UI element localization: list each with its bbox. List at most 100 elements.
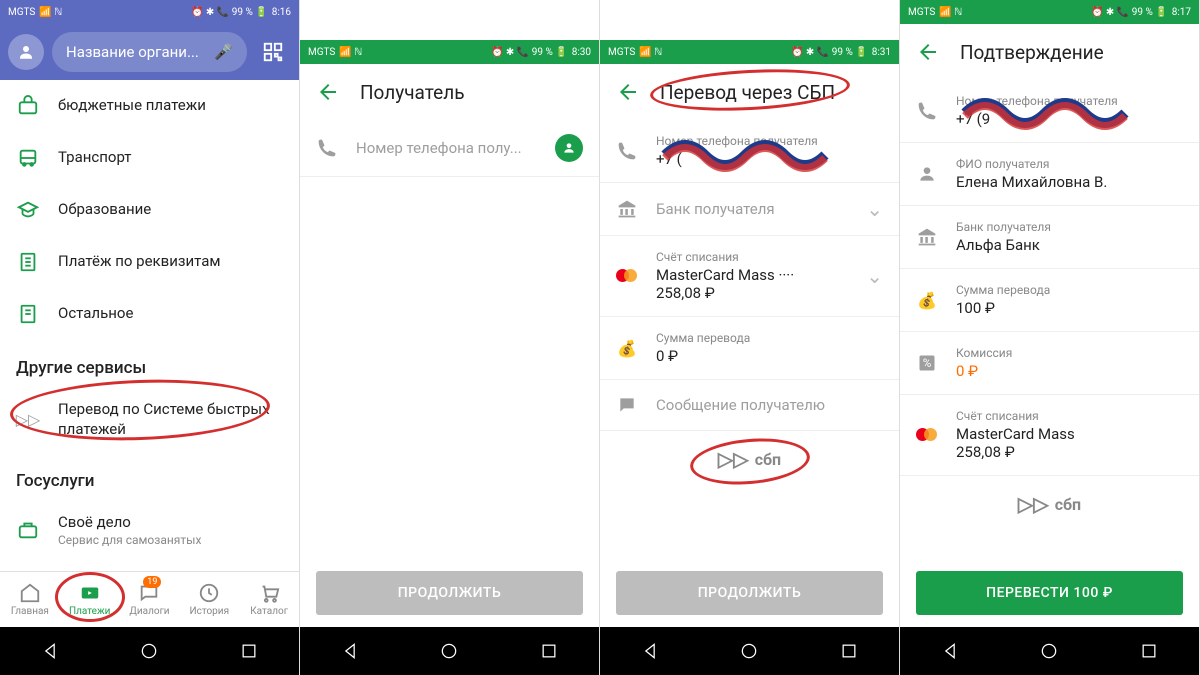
transfer-button[interactable]: ПЕРЕВЕСТИ 100 ₽	[916, 571, 1183, 615]
svg-text:%: %	[923, 356, 932, 370]
carrier-label: MGTS	[8, 7, 35, 18]
menu-item-sbp-transfer[interactable]: ▷▷ Перевод по Системе быстрых платежей	[0, 386, 299, 453]
menu-item-transport[interactable]: Транспорт	[0, 132, 299, 184]
page-title: Получатель	[360, 81, 465, 104]
back-button[interactable]	[916, 40, 940, 64]
sys-home[interactable]	[1039, 641, 1059, 661]
status-bar: MGTS📶 ℕ ⏰ ✱ 📞 99 % 🔋8:31	[600, 40, 899, 64]
menu-item-education[interactable]: Образование	[0, 184, 299, 236]
bank-icon	[616, 198, 638, 220]
page-title: Подтверждение	[960, 41, 1104, 64]
budget-icon	[16, 94, 40, 118]
sys-back[interactable]	[40, 641, 60, 661]
mastercard-icon	[616, 265, 638, 287]
sys-back[interactable]	[940, 641, 960, 661]
money-bag-icon: 💰	[616, 337, 638, 359]
sbp-mark-icon: ▷▷	[1018, 492, 1049, 516]
menu-item-own-business[interactable]: Своё дело Сервис для самозанятых	[0, 499, 299, 561]
continue-button[interactable]: ПРОДОЛЖИТЬ	[316, 571, 583, 615]
status-bar: MGTS📶 ℕ ⏰ ✱ 📞 99 % 🔋8:17	[900, 0, 1199, 24]
message-row[interactable]: Сообщение получателю	[600, 380, 899, 431]
sys-recent[interactable]	[239, 641, 259, 661]
app-header: Перевод через СБП	[600, 64, 899, 120]
search-input[interactable]: Название органи... 🎤	[52, 32, 247, 72]
education-icon	[16, 198, 40, 222]
sbp-logo: ▷▷ сбп	[900, 476, 1199, 532]
mic-icon[interactable]: 🎤	[214, 43, 233, 61]
back-button[interactable]	[616, 80, 640, 104]
bank-row: Банк получателя Альфа Банк	[900, 206, 1199, 269]
screen-sbp-transfer: MGTS📶 ℕ ⏰ ✱ 📞 99 % 🔋8:31 Перевод через С…	[600, 0, 900, 675]
menu-item-other[interactable]: Остальное	[0, 288, 299, 340]
nav-home[interactable]: Главная	[0, 572, 60, 627]
account-row[interactable]: Счёт списания MasterCard Mass ···· 258,0…	[600, 236, 899, 317]
chevron-down-icon: ⌄	[866, 264, 883, 288]
system-nav	[900, 627, 1199, 675]
menu-item-requisites[interactable]: Платёж по реквизитам	[0, 236, 299, 288]
bank-row[interactable]: Банк получателя ⌄	[600, 183, 899, 236]
section-gov-title: Госуслуги	[0, 453, 299, 499]
sbp-logo: ▷▷ сбп	[600, 431, 899, 487]
sys-back[interactable]	[640, 641, 660, 661]
sbp-mark-icon: ▷▷	[718, 447, 749, 471]
amount-row[interactable]: 💰 Сумма перевода 0 ₽	[600, 317, 899, 380]
sys-recent[interactable]	[539, 641, 559, 661]
status-bar: MGTS📶 ℕ ⏰ ✱ 📞 99 % 🔋8:30	[300, 40, 599, 64]
phone-row: Номер телефона получателя +7 (9	[900, 80, 1199, 143]
phone-input-row[interactable]: Номер телефона полу...	[300, 120, 599, 177]
sys-home[interactable]	[439, 641, 459, 661]
profile-avatar[interactable]	[8, 34, 44, 70]
bank-icon	[916, 226, 938, 248]
sys-recent[interactable]	[839, 641, 859, 661]
briefcase-icon	[16, 518, 40, 542]
phone-icon	[316, 137, 338, 159]
account-row: Счёт списания MasterCard Mass 258,08 ₽	[900, 395, 1199, 476]
nav-dialogs[interactable]: Диалоги19	[120, 572, 180, 627]
signal-icon: 📶 ℕ	[39, 7, 62, 18]
amount-row: 💰 Сумма перевода 100 ₽	[900, 269, 1199, 332]
status-bar: MGTS 📶 ℕ ⏰ ✱ 📞 99 % 🔋 8:16	[0, 0, 299, 24]
app-header: Подтверждение	[900, 24, 1199, 80]
document-icon	[16, 250, 40, 274]
qr-scan-button[interactable]	[255, 34, 291, 70]
annotation-circle	[688, 434, 811, 489]
bottom-nav: Главная Платежи Диалоги19 История Катало…	[0, 571, 299, 627]
search-placeholder: Название органи...	[66, 43, 199, 61]
app-header: Получатель	[300, 64, 599, 120]
sys-back[interactable]	[340, 641, 360, 661]
person-icon	[916, 163, 938, 185]
phone-icon	[616, 140, 638, 162]
phone-icon	[916, 100, 938, 122]
menu-item-budget[interactable]: бюджетные платежи	[0, 80, 299, 132]
back-button[interactable]	[316, 80, 340, 104]
signal-icon: 📶 ℕ	[339, 47, 362, 58]
message-icon	[616, 394, 638, 416]
status-time: 8:16	[272, 7, 291, 18]
percent-icon: %	[916, 352, 938, 374]
status-indicators: ⏰ ✱ 📞 99 % 🔋	[191, 7, 268, 18]
nav-history[interactable]: История	[179, 572, 239, 627]
phone-row[interactable]: Номер телефона получателя +7 (	[600, 120, 899, 183]
system-nav	[0, 627, 299, 675]
system-nav	[600, 627, 899, 675]
commission-row: % Комиссия 0 ₽	[900, 332, 1199, 395]
bus-icon	[16, 146, 40, 170]
money-bag-icon: 💰	[916, 289, 938, 311]
page-title: Перевод через СБП	[660, 81, 835, 104]
menu-scroll[interactable]: бюджетные платежи Транспорт Образование …	[0, 80, 299, 571]
continue-button[interactable]: ПРОДОЛЖИТЬ	[616, 571, 883, 615]
sys-home[interactable]	[139, 641, 159, 661]
contacts-button[interactable]	[555, 134, 583, 162]
sys-home[interactable]	[739, 641, 759, 661]
sys-recent[interactable]	[1139, 641, 1159, 661]
nav-catalog[interactable]: Каталог	[239, 572, 299, 627]
name-row: ФИО получателя Елена Михайловна В.	[900, 143, 1199, 206]
mastercard-icon	[916, 424, 938, 446]
screen-payments-menu: MGTS 📶 ℕ ⏰ ✱ 📞 99 % 🔋 8:16 Название органи…	[0, 0, 300, 675]
nav-payments[interactable]: Платежи	[60, 572, 120, 627]
dialogs-badge: 19	[143, 576, 161, 588]
screen-confirmation: MGTS📶 ℕ ⏰ ✱ 📞 99 % 🔋8:17 Подтверждение Н…	[900, 0, 1200, 675]
system-nav	[300, 627, 599, 675]
search-header: Название органи... 🎤	[0, 24, 299, 80]
screen-recipient: MGTS📶 ℕ ⏰ ✱ 📞 99 % 🔋8:30 Получатель Номе…	[300, 0, 600, 675]
